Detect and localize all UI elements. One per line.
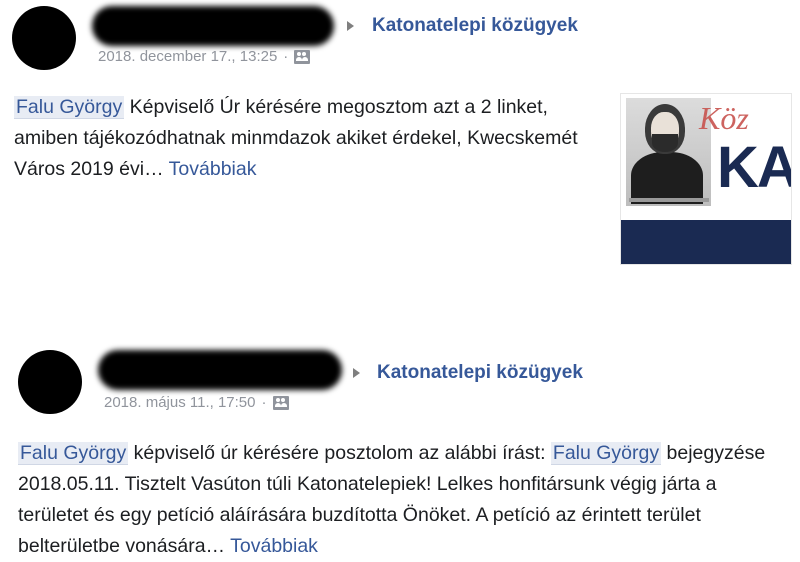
thumbnail-band	[621, 220, 791, 264]
post-meta: 2018. május 11., 17:50 ·	[104, 394, 289, 411]
right-arrow-icon	[347, 21, 354, 31]
timestamp[interactable]: 2018. május 11., 17:50	[104, 394, 256, 411]
right-arrow-icon	[353, 368, 360, 378]
redacted-author-name[interactable]	[92, 6, 334, 46]
avatar[interactable]	[18, 350, 82, 414]
portrait-beard	[652, 134, 678, 152]
link-thumbnail[interactable]: Köz KA	[620, 93, 792, 265]
thumbnail-big-text: KA	[717, 135, 792, 200]
post-text-mid: képviselő úr kérésére posztolom az alább…	[128, 442, 551, 464]
group-icon	[272, 395, 289, 410]
group-link[interactable]: Katonatelepi közügyek	[377, 362, 583, 384]
post-2: Katonatelepi közügyek 2018. május 11., 1…	[0, 338, 800, 557]
see-more-link[interactable]: Továbbiak	[169, 158, 257, 180]
timestamp[interactable]: 2018. december 17., 13:25	[98, 48, 277, 65]
see-more-link[interactable]: Továbbiak	[230, 535, 318, 557]
post-body: Falu György Képviselő Úr kérésére megosz…	[14, 92, 594, 185]
post-body: Falu György képviselő úr kérésére poszto…	[18, 438, 778, 562]
separator: ·	[261, 394, 267, 411]
thumbnail-script-text: Köz	[699, 100, 749, 136]
post-1: Katonatelepi közügyek 2018. december 17.…	[0, 0, 800, 300]
group-link[interactable]: Katonatelepi közügyek	[372, 15, 578, 37]
group-icon	[294, 49, 311, 64]
portrait-coat	[631, 152, 703, 204]
mention-link[interactable]: Falu György	[550, 442, 662, 465]
portrait-caption	[629, 198, 709, 202]
post-meta: 2018. december 17., 13:25 ·	[98, 48, 311, 65]
separator: ·	[283, 48, 289, 65]
mention-link[interactable]: Falu György	[14, 96, 125, 119]
avatar[interactable]	[12, 6, 76, 70]
mention-link[interactable]: Falu György	[18, 442, 129, 465]
redacted-author-name[interactable]	[98, 350, 342, 390]
